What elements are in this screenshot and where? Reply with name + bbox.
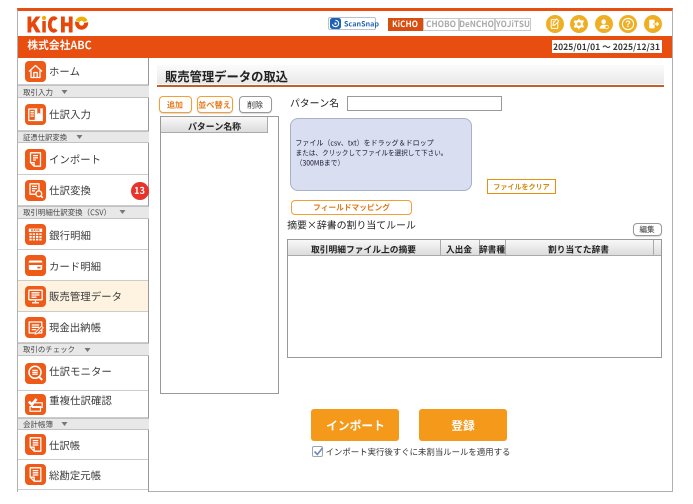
svg-text:?: ? — [625, 19, 631, 29]
svg-text:BANK: BANK — [31, 228, 41, 232]
